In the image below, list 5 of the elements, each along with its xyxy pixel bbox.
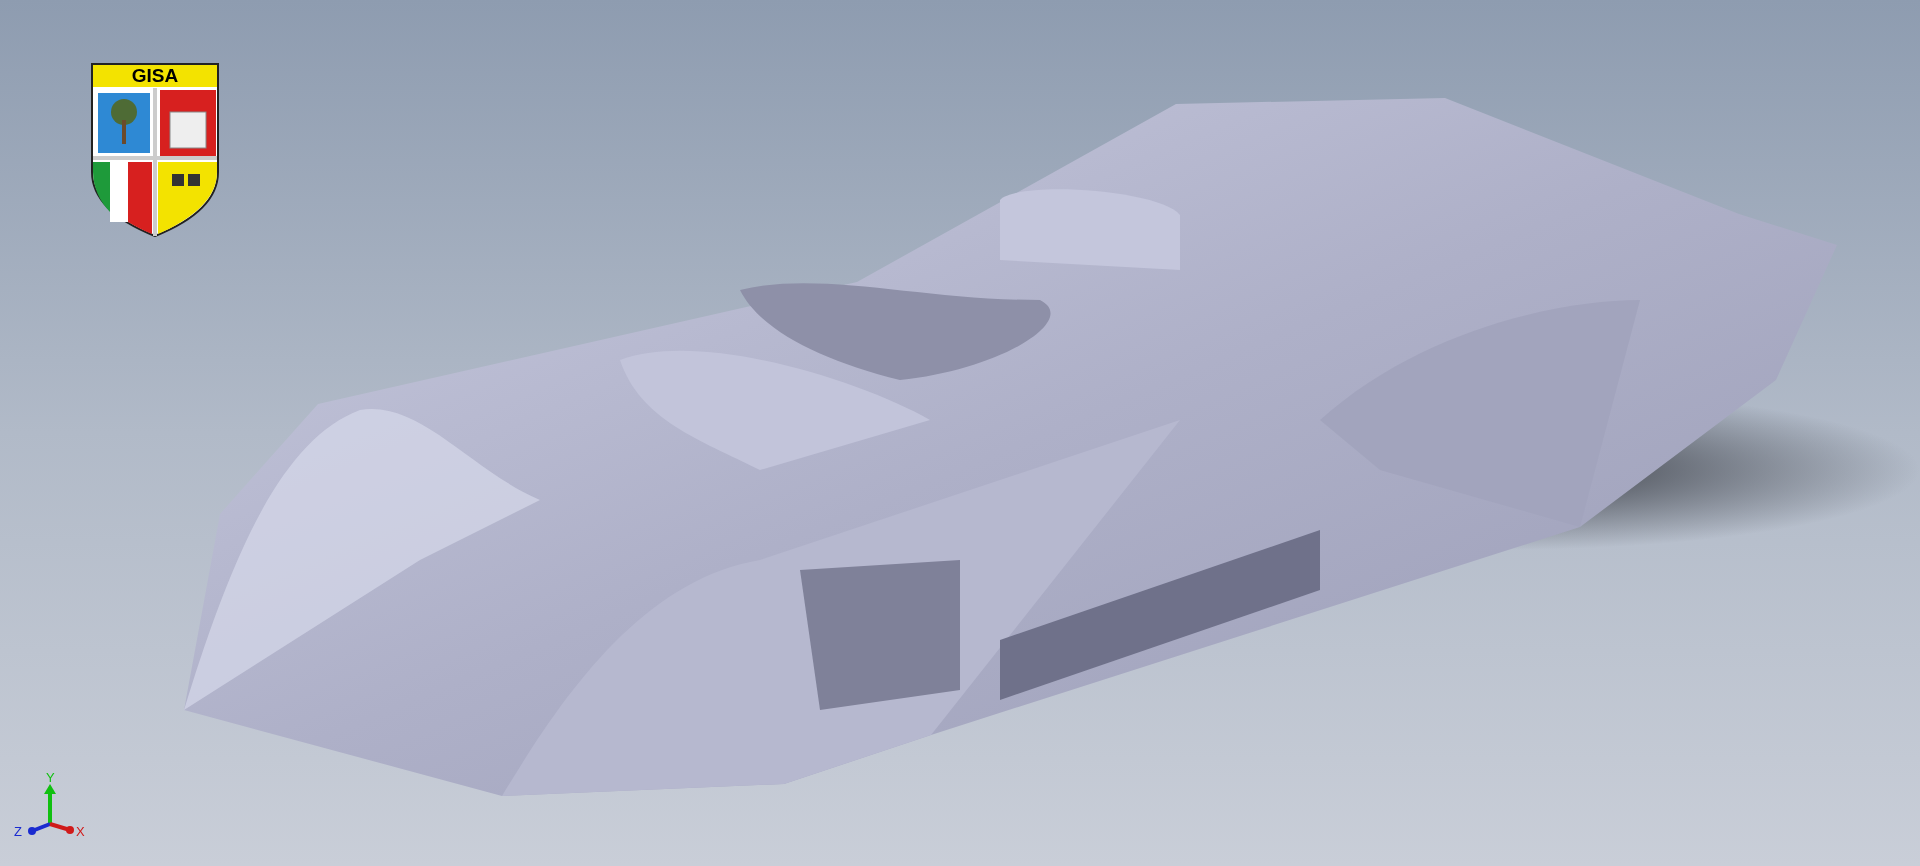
logo-text: GISA (130, 65, 180, 87)
x-axis-label: X (76, 824, 85, 839)
z-axis-label: Z (14, 824, 22, 839)
axis-triad-icon (28, 784, 74, 835)
y-axis-label: Y (46, 770, 55, 785)
